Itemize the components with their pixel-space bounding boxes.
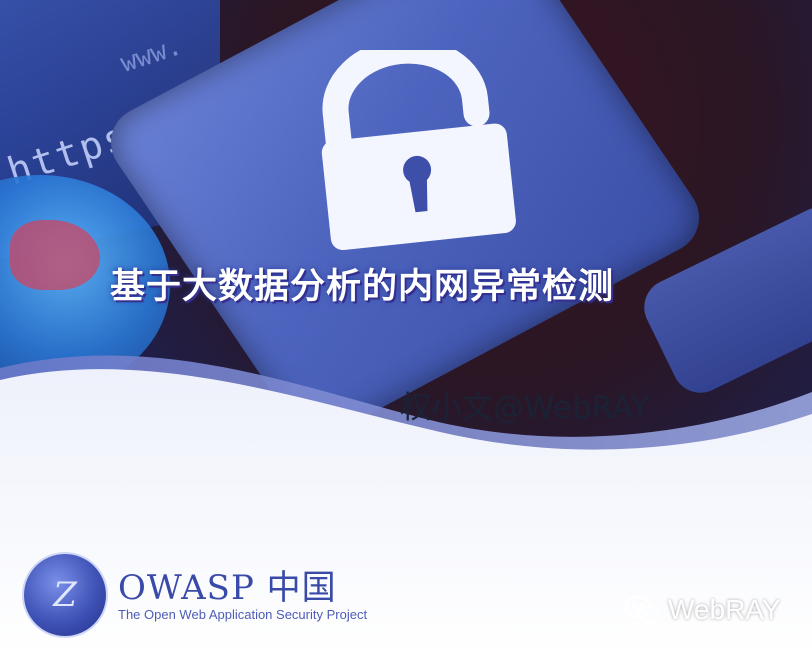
owasp-logo: Z (24, 554, 106, 636)
owasp-name: OWASP 中国 (118, 568, 337, 608)
slide-title: 基于大数据分析的内网异常检测 (110, 267, 615, 307)
wechat-icon (625, 596, 659, 623)
white-wave-footer (0, 355, 812, 656)
watermark-text: WebRAY (668, 594, 781, 625)
slide: https:// www. 基于大数据分析的内网异常检测 权小文@WebRAY (0, 0, 812, 656)
watermark: WebRAY (624, 594, 781, 626)
owasp-subtitle: The Open Web Application Security Projec… (118, 607, 368, 622)
author-line: 权小文@WebRAY (400, 390, 650, 426)
